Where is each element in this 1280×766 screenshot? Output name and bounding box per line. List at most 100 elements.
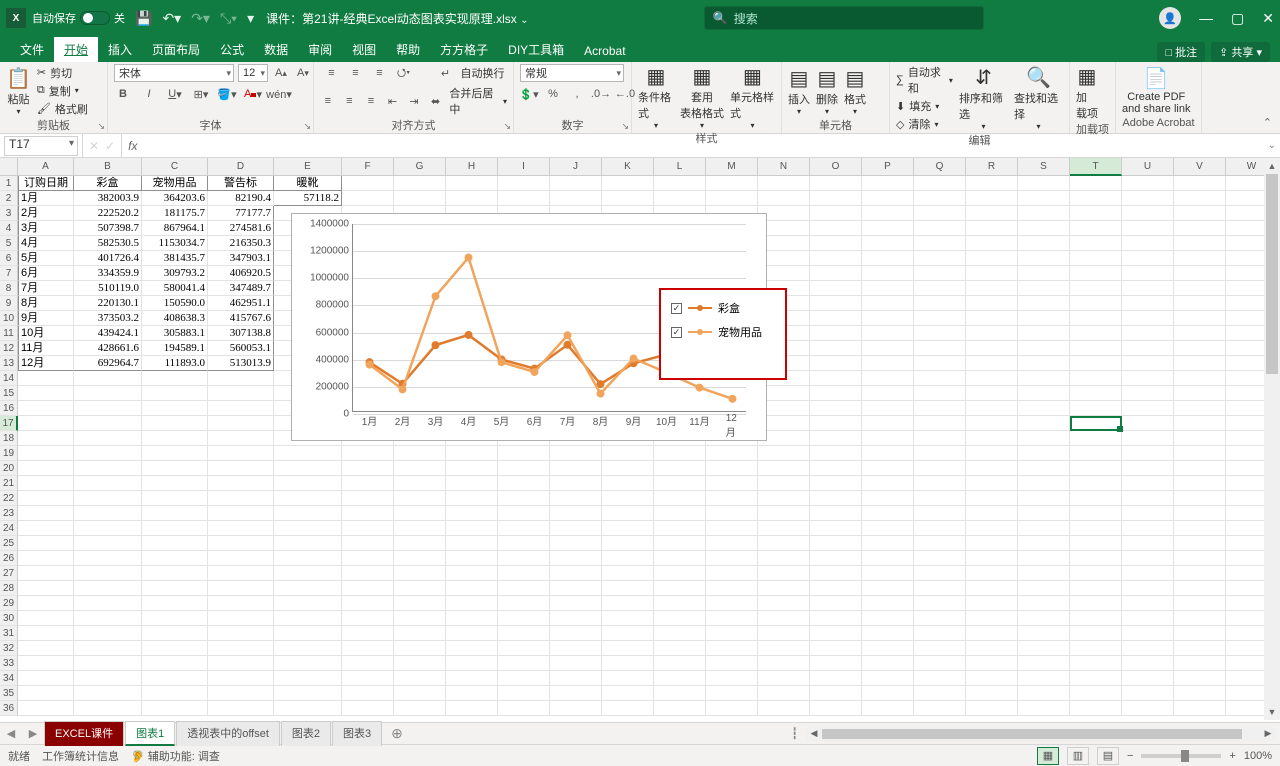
wrap-text-icon[interactable]: ↵ <box>437 64 455 82</box>
tab-DIY工具箱[interactable]: DIY工具箱 <box>498 37 574 62</box>
sheet-tab-EXCEL课件[interactable]: EXCEL课件 <box>44 721 124 746</box>
row-header-27[interactable]: 27 <box>0 566 18 581</box>
copy-button[interactable]: ⧉复制▾ <box>37 83 88 99</box>
row-header-2[interactable]: 2 <box>0 191 18 206</box>
col-header-S[interactable]: S <box>1018 158 1070 176</box>
row-header-25[interactable]: 25 <box>0 536 18 551</box>
horizontal-scrollbar[interactable]: ◀ ▶ <box>806 727 1276 741</box>
cut-button[interactable]: ✂剪切 <box>37 65 88 81</box>
dialog-launcher-icon[interactable]: ↘ <box>503 121 511 132</box>
grow-font-icon[interactable]: A▴ <box>272 64 290 82</box>
share-button[interactable]: ⇪ 共享 ▾ <box>1211 42 1270 62</box>
avatar[interactable]: 👤 <box>1159 7 1181 29</box>
row-header-35[interactable]: 35 <box>0 686 18 701</box>
col-header-P[interactable]: P <box>862 158 914 176</box>
sheet-tab-图表1[interactable]: 图表1 <box>125 721 175 746</box>
addins-button[interactable]: ▦加 载项 <box>1076 64 1098 121</box>
align-right-icon[interactable]: ≡ <box>363 92 379 110</box>
col-header-O[interactable]: O <box>810 158 862 176</box>
maximize-icon[interactable]: ▢ <box>1231 10 1244 27</box>
create-pdf-button[interactable]: 📄Create PDF and share link <box>1122 66 1191 115</box>
row-header-4[interactable]: 4 <box>0 221 18 236</box>
status-a11y[interactable]: 🦻 辅助功能: 调查 <box>131 748 220 764</box>
scroll-right-icon[interactable]: ▶ <box>1260 728 1276 739</box>
sheet-tab-图表3[interactable]: 图表3 <box>332 721 382 746</box>
merge-icon[interactable]: ⬌ <box>428 92 444 110</box>
vertical-scrollbar[interactable]: ▲ ▼ <box>1264 158 1280 720</box>
add-sheet-icon[interactable]: ⊕ <box>383 725 411 742</box>
indent-increase-icon[interactable]: ⇥ <box>406 92 422 110</box>
select-all-corner[interactable] <box>0 158 18 176</box>
col-header-T[interactable]: T <box>1070 158 1122 176</box>
row-header-17[interactable]: 17 <box>0 416 18 431</box>
row-header-18[interactable]: 18 <box>0 431 18 446</box>
tab-页面布局[interactable]: 页面布局 <box>142 37 210 62</box>
col-header-I[interactable]: I <box>498 158 550 176</box>
zoom-out-icon[interactable]: − <box>1127 750 1133 762</box>
col-header-R[interactable]: R <box>966 158 1018 176</box>
row-header-32[interactable]: 32 <box>0 641 18 656</box>
tab-帮助[interactable]: 帮助 <box>386 37 430 62</box>
expand-formula-bar-icon[interactable]: ⌄ <box>1268 140 1276 151</box>
font-color-icon[interactable]: A▾ <box>244 85 262 103</box>
col-header-J[interactable]: J <box>550 158 602 176</box>
fill-button[interactable]: ⬇填充▾ <box>896 98 953 114</box>
zoom-slider[interactable] <box>1141 754 1221 758</box>
close-icon[interactable]: ✕ <box>1262 10 1274 27</box>
col-header-Q[interactable]: Q <box>914 158 966 176</box>
checkbox-icon[interactable]: ✓ <box>671 303 682 314</box>
row-header-34[interactable]: 34 <box>0 671 18 686</box>
italic-icon[interactable]: I <box>140 85 158 103</box>
shrink-font-icon[interactable]: A▾ <box>294 64 312 82</box>
row-header-12[interactable]: 12 <box>0 341 18 356</box>
redo-icon[interactable]: ↷▾ <box>191 10 210 27</box>
row-header-14[interactable]: 14 <box>0 371 18 386</box>
row-header-20[interactable]: 20 <box>0 461 18 476</box>
tab-文件[interactable]: 文件 <box>10 37 54 62</box>
chart-legend-box[interactable]: ✓彩盒✓宠物用品 <box>659 288 787 380</box>
indent-decrease-icon[interactable]: ⇤ <box>385 92 401 110</box>
touch-mode-icon[interactable]: ⤡▾ <box>220 10 237 27</box>
enter-formula-icon[interactable]: ✓ <box>105 139 115 153</box>
row-header-22[interactable]: 22 <box>0 491 18 506</box>
save-icon[interactable]: 💾 <box>135 10 152 27</box>
paste-button[interactable]: 📋粘贴▾ <box>6 66 31 116</box>
row-header-6[interactable]: 6 <box>0 251 18 266</box>
minimize-icon[interactable]: — <box>1199 10 1213 26</box>
row-header-31[interactable]: 31 <box>0 626 18 641</box>
borders-icon[interactable]: ⊞▾ <box>192 85 210 103</box>
delete-cells-button[interactable]: ▤删除▾ <box>816 66 838 116</box>
filename-label[interactable]: 课件：第21讲-经典Excel动态图表实现原理.xlsx ⌄ <box>266 10 528 27</box>
tab-方方格子[interactable]: 方方格子 <box>430 37 498 62</box>
col-header-C[interactable]: C <box>142 158 208 176</box>
increase-decimal-icon[interactable]: .0→ <box>592 85 610 103</box>
row-header-3[interactable]: 3 <box>0 206 18 221</box>
row-header-26[interactable]: 26 <box>0 551 18 566</box>
underline-icon[interactable]: U▾ <box>166 85 184 103</box>
row-header-7[interactable]: 7 <box>0 266 18 281</box>
tab-数据[interactable]: 数据 <box>254 37 298 62</box>
dialog-launcher-icon[interactable]: ↘ <box>303 121 311 132</box>
conditional-format-button[interactable]: ▦条件格式▾ <box>638 64 674 130</box>
comma-icon[interactable]: , <box>568 85 586 103</box>
undo-icon[interactable]: ↶▾ <box>162 10 181 27</box>
row-header-13[interactable]: 13 <box>0 356 18 371</box>
format-cells-button[interactable]: ▤格式▾ <box>844 66 866 116</box>
tab-Acrobat[interactable]: Acrobat <box>574 40 635 62</box>
view-normal-icon[interactable]: ▦ <box>1037 747 1059 765</box>
row-header-9[interactable]: 9 <box>0 296 18 311</box>
row-header-36[interactable]: 36 <box>0 701 18 716</box>
format-painter-button[interactable]: 🖌格式刷 <box>37 101 88 117</box>
row-header-28[interactable]: 28 <box>0 581 18 596</box>
align-bottom-icon[interactable]: ≡ <box>371 64 389 82</box>
col-header-U[interactable]: U <box>1122 158 1174 176</box>
search-input[interactable]: 🔍 搜索 <box>704 6 984 30</box>
currency-icon[interactable]: 💲▾ <box>520 85 538 103</box>
col-header-F[interactable]: F <box>342 158 394 176</box>
comments-button[interactable]: □ 批注 <box>1157 42 1205 62</box>
zoom-in-icon[interactable]: + <box>1229 750 1235 762</box>
percent-icon[interactable]: % <box>544 85 562 103</box>
phonetic-icon[interactable]: wén▾ <box>270 85 288 103</box>
dialog-launcher-icon[interactable]: ↘ <box>97 121 105 132</box>
align-center-icon[interactable]: ≡ <box>342 92 358 110</box>
